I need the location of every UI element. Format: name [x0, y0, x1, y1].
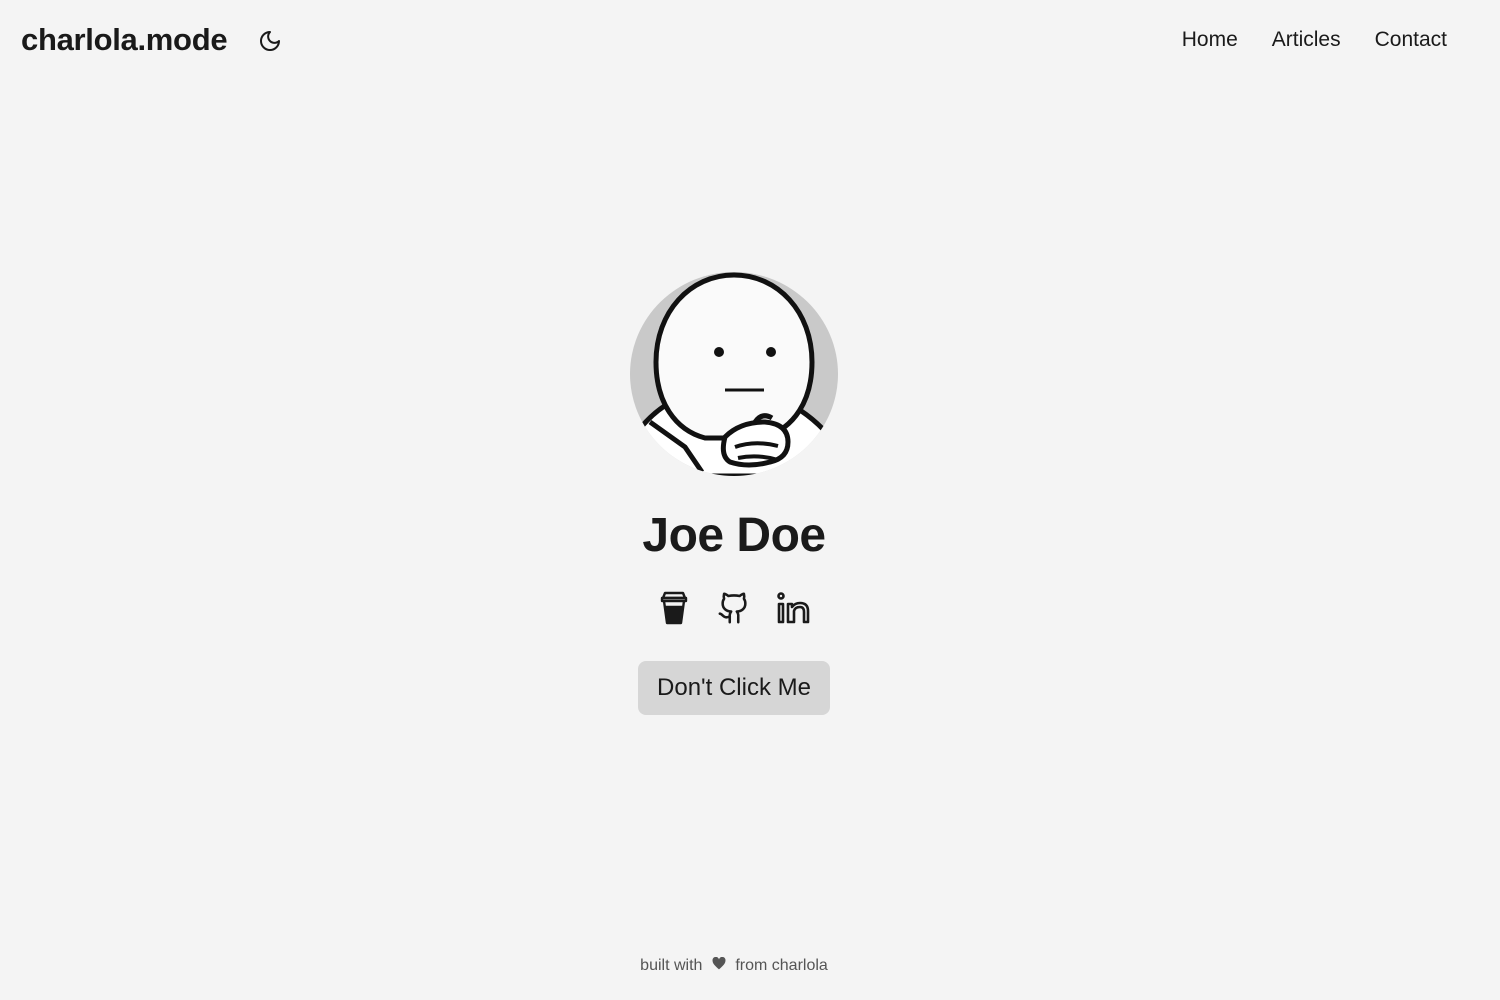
- nav-contact-link[interactable]: Contact: [1375, 26, 1447, 54]
- brand-logo-link[interactable]: charlola.mode: [21, 20, 228, 60]
- linkedin-link[interactable]: [776, 590, 812, 626]
- footer-prefix: built with: [640, 957, 703, 975]
- nav-home-link[interactable]: Home: [1182, 26, 1238, 54]
- main-nav: Home Articles Contact: [1182, 26, 1447, 54]
- github-icon: [718, 592, 747, 624]
- dont-click-me-button[interactable]: Don't Click Me: [638, 661, 830, 715]
- social-links: [656, 588, 812, 628]
- moon-icon: [260, 31, 280, 51]
- profile-name: Joe Doe: [642, 509, 826, 562]
- coffee-cup-icon: [660, 591, 688, 625]
- site-footer: built with from charlola: [0, 955, 1468, 977]
- theme-toggle-button[interactable]: [256, 27, 284, 55]
- linkedin-icon: [777, 592, 810, 624]
- heart-icon: [712, 955, 726, 977]
- profile-section: Joe Doe Don't Click Me: [0, 272, 1468, 715]
- avatar: [630, 272, 838, 476]
- site-header: charlola.mode Home Articles Contact: [0, 0, 1500, 80]
- footer-suffix: from charlola: [735, 957, 828, 975]
- buy-me-a-coffee-link[interactable]: [656, 590, 692, 626]
- nav-articles-link[interactable]: Articles: [1272, 26, 1341, 54]
- github-link[interactable]: [716, 590, 752, 626]
